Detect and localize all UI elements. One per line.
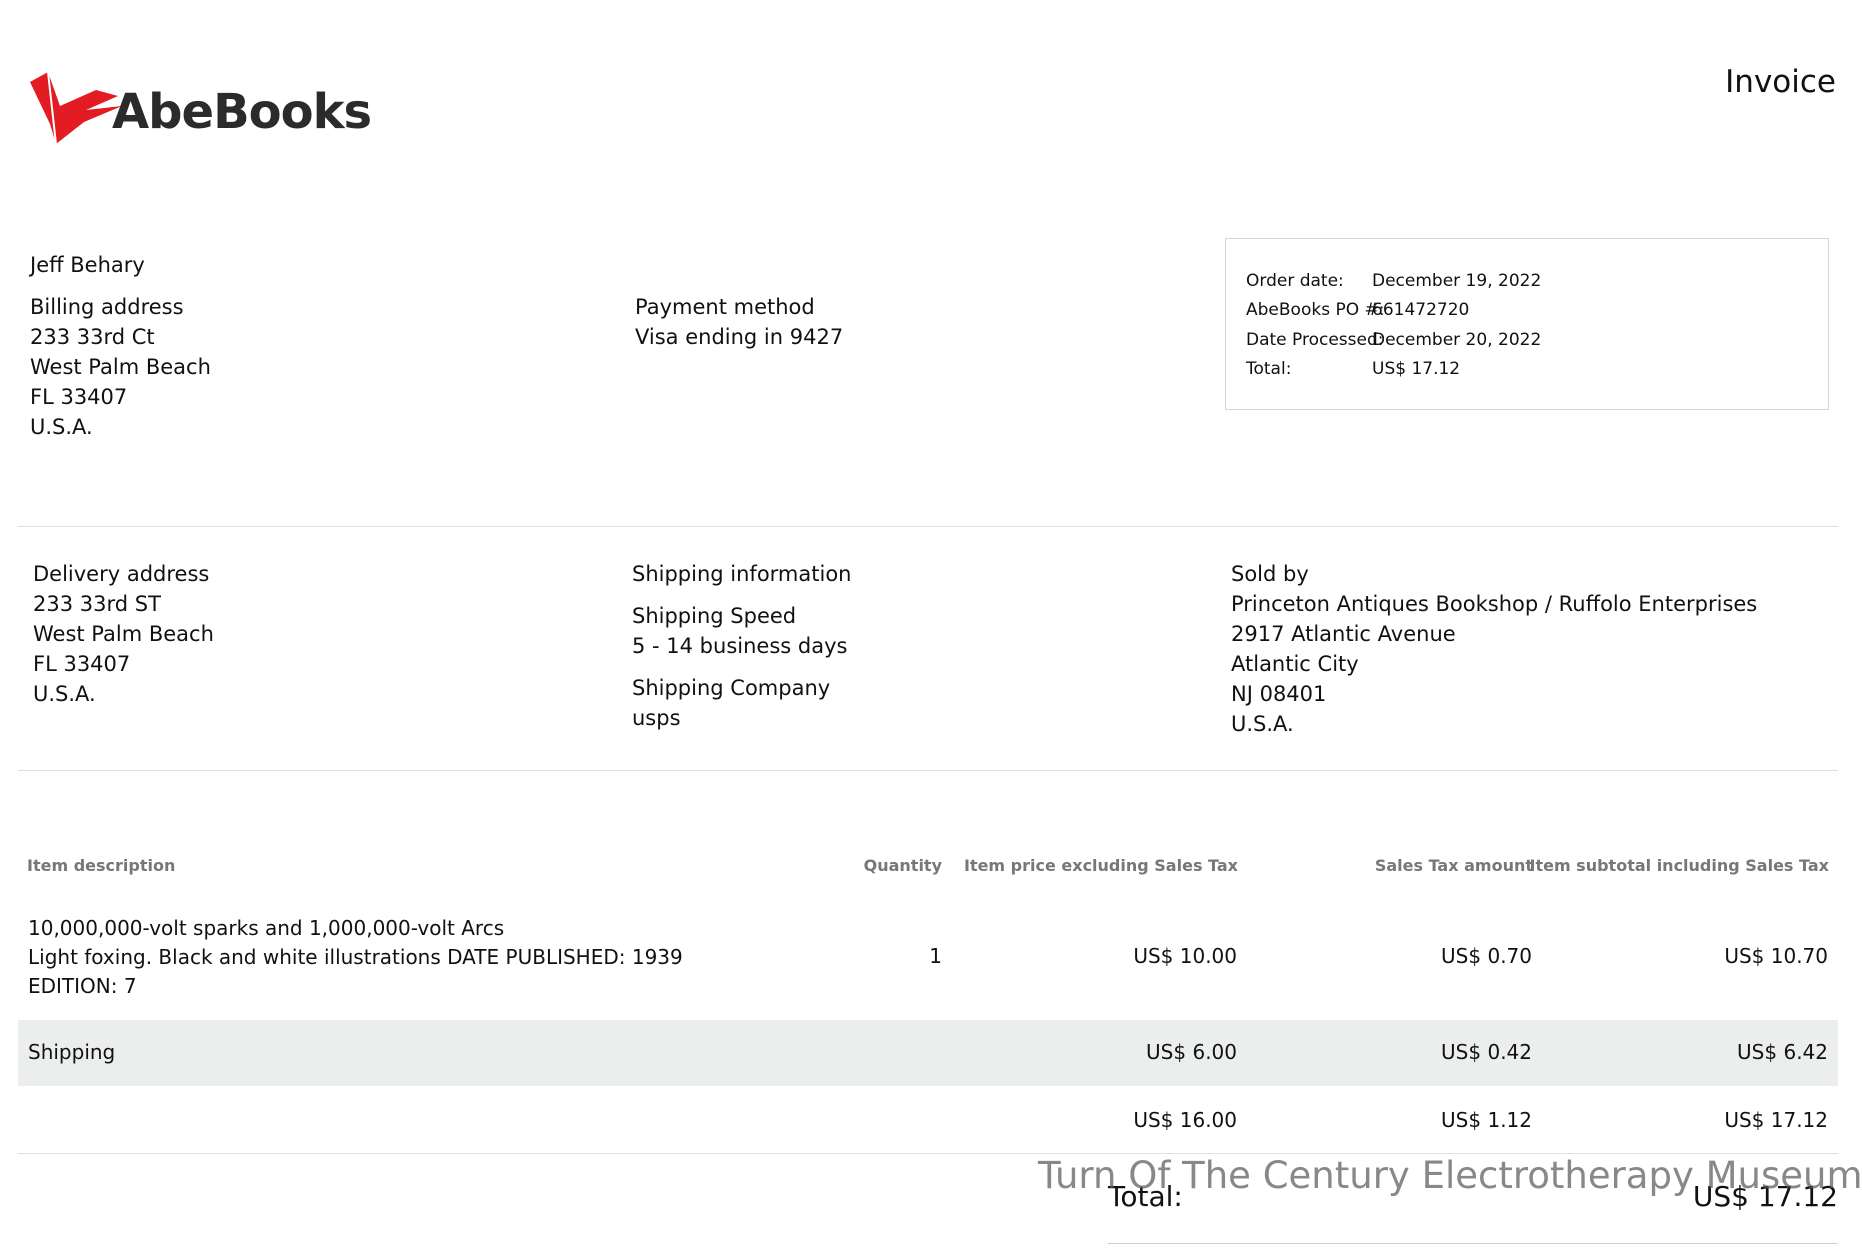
delivery-line: West Palm Beach <box>33 622 214 646</box>
shipping-row-subtotal: US$ 6.42 <box>1737 1040 1828 1064</box>
header-price: Item price excluding Sales Tax <box>963 856 1238 875</box>
seller-line: 2917 Atlantic Avenue <box>1231 622 1456 646</box>
item-edition: EDITION: 7 <box>28 974 137 998</box>
item-title: 10,000,000-volt sparks and 1,000,000-vol… <box>28 916 505 940</box>
totals-row-subtotal: US$ 17.12 <box>1724 1108 1828 1132</box>
order-value: December 19, 2022 <box>1372 271 1542 291</box>
payment-value: Visa ending in 9427 <box>635 325 844 349</box>
seller-line: Atlantic City <box>1231 652 1359 676</box>
header-tax: Sales Tax amount <box>1374 856 1533 875</box>
order-value: December 20, 2022 <box>1372 330 1542 350</box>
payment-label: Payment method <box>635 295 815 319</box>
delivery-line: U.S.A. <box>33 682 96 706</box>
header-subtotal: Item subtotal including Sales Tax <box>1529 856 1829 875</box>
shipping-speed-value: 5 - 14 business days <box>632 634 848 658</box>
brand-name: AbeBooks <box>112 84 372 140</box>
totals-row-tax: US$ 1.12 <box>1441 1108 1532 1132</box>
billing-label: Billing address <box>30 295 184 319</box>
delivery-line: 233 33rd ST <box>33 592 161 616</box>
seller-label: Sold by <box>1231 562 1309 586</box>
watermark-text: Turn Of The Century Electrotherapy Museu… <box>1038 1154 1862 1197</box>
item-notes: Light foxing. Black and white illustrati… <box>28 945 683 969</box>
delivery-label: Delivery address <box>33 562 210 586</box>
order-total-row: Total: US$ 17.12 <box>1246 359 1460 379</box>
item-price: US$ 10.00 <box>1133 944 1237 968</box>
shipping-row-band <box>18 1020 1838 1086</box>
billing-line: West Palm Beach <box>30 355 211 379</box>
order-key: Date Processed: <box>1246 330 1384 350</box>
order-key: Total: <box>1246 359 1292 379</box>
shipping-company-label: Shipping Company <box>632 676 831 700</box>
date-processed-row: Date Processed:December 20, 2022 <box>1246 330 1541 350</box>
totals-row-price: US$ 16.00 <box>1133 1108 1237 1132</box>
item-subtotal: US$ 10.70 <box>1724 944 1828 968</box>
seller-line: NJ 08401 <box>1231 682 1327 706</box>
shipping-row-label: Shipping <box>28 1040 116 1064</box>
section-divider <box>18 770 1838 771</box>
seller-line: Princeton Antiques Bookshop / Ruffolo En… <box>1231 592 1758 616</box>
billing-line: U.S.A. <box>30 415 93 439</box>
order-value: US$ 17.12 <box>1372 359 1461 379</box>
order-value: 661472720 <box>1372 300 1470 320</box>
seller-line: U.S.A. <box>1231 712 1294 736</box>
order-key: Order date: <box>1246 271 1344 291</box>
item-tax: US$ 0.70 <box>1441 944 1532 968</box>
shipping-row-tax: US$ 0.42 <box>1441 1040 1532 1064</box>
order-summary-box: Order date: December 19, 2022 AbeBooks PO… <box>1225 238 1829 410</box>
delivery-block: Delivery address 233 33rd ST West Palm B… <box>33 559 214 709</box>
shipping-speed-label: Shipping Speed <box>632 604 797 628</box>
shipping-label: Shipping information <box>632 562 852 586</box>
shipping-block: Shipping information Shipping Speed 5 - … <box>632 559 852 733</box>
seller-block: Sold by Princeton Antiques Bookshop / Ru… <box>1231 559 1757 739</box>
total-underline <box>1108 1243 1838 1244</box>
delivery-line: FL 33407 <box>33 652 131 676</box>
header-item-description: Item description <box>27 856 176 875</box>
customer-name: Jeff Behary <box>30 253 145 277</box>
item-quantity: 1 <box>929 944 942 968</box>
item-description: 10,000,000-volt sparks and 1,000,000-vol… <box>28 914 683 1001</box>
order-key: AbeBooks PO #: <box>1246 300 1385 320</box>
invoice-title: Invoice <box>1725 64 1836 100</box>
billing-line: FL 33407 <box>30 385 128 409</box>
shipping-company-value: usps <box>632 706 681 730</box>
billing-block: Jeff Behary Billing address 233 33rd Ct … <box>30 250 211 442</box>
billing-line: 233 33rd Ct <box>30 325 155 349</box>
order-date-row: Order date: December 19, 2022 <box>1246 271 1541 291</box>
payment-block: Payment method Visa ending in 9427 <box>635 292 843 352</box>
shipping-row-price: US$ 6.00 <box>1146 1040 1237 1064</box>
po-number-row: AbeBooks PO #:661472720 <box>1246 300 1469 320</box>
header-quantity: Quantity <box>863 856 942 875</box>
section-divider <box>18 526 1838 527</box>
